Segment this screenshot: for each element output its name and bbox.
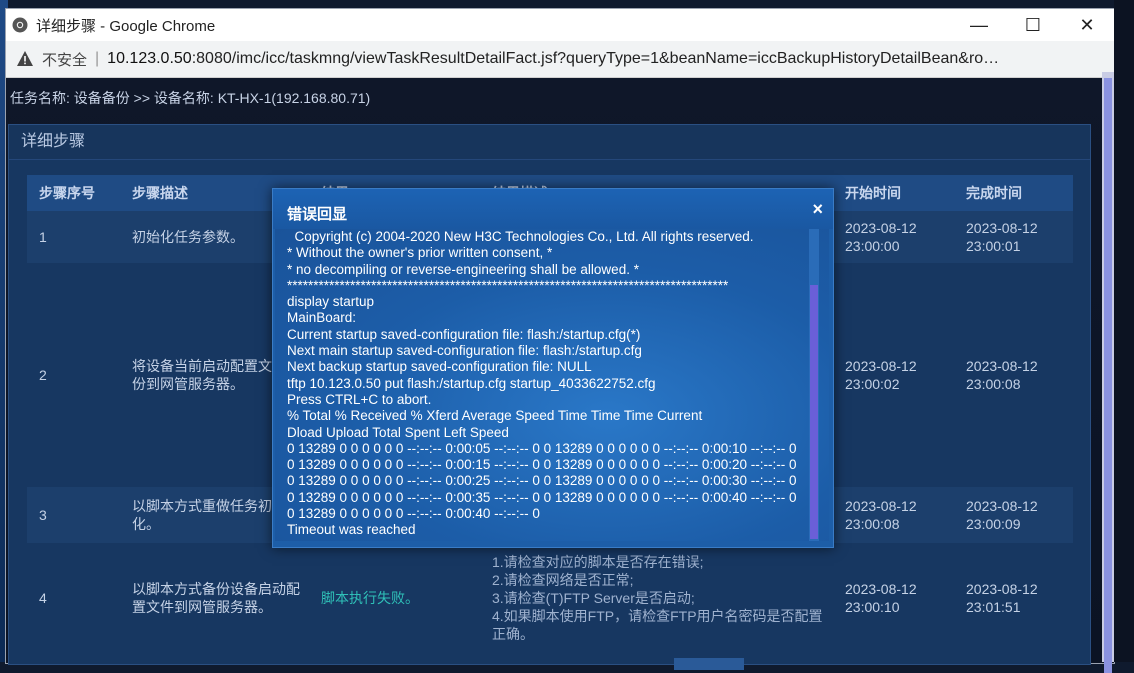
step-start-time: 2023-08-12 23:00:08 bbox=[833, 487, 954, 543]
step-end-time: 2023-08-12 23:01:51 bbox=[954, 543, 1073, 653]
warning-icon[interactable] bbox=[16, 50, 34, 68]
step-number: 4 bbox=[27, 543, 120, 653]
table-row: 4 以脚本方式备份设备启动配置文件到网管服务器。 脚本执行失败。 1.请检查对应… bbox=[27, 543, 1073, 653]
maximize-button[interactable]: ☐ bbox=[1006, 9, 1060, 41]
column-header: 步骤序号 bbox=[27, 175, 120, 211]
chrome-icon bbox=[12, 17, 28, 33]
step-description: 以脚本方式备份设备启动配置文件到网管服务器。 bbox=[120, 543, 309, 653]
panel-title: 详细步骤 bbox=[9, 125, 1090, 160]
step-number: 1 bbox=[27, 211, 120, 263]
url-text[interactable]: 10.123.0.50:8080/imc/icc/taskmng/viewTas… bbox=[107, 50, 999, 68]
address-separator: | bbox=[95, 50, 100, 67]
column-header: 完成时间 bbox=[954, 175, 1073, 211]
background-edge bbox=[1114, 0, 1134, 662]
insecure-label[interactable]: 不安全 bbox=[42, 49, 87, 70]
url-host: 10.123.0.50 bbox=[107, 50, 192, 67]
step-start-time: 2023-08-12 23:00:02 bbox=[833, 263, 954, 487]
step-number: 3 bbox=[27, 487, 120, 543]
task-info-line: 任务名称: 设备备份 >> 设备名称: KT-HX-1(192.168.80.7… bbox=[10, 90, 371, 106]
step-result-detail: 1.请检查对应的脚本是否存在错误; 2.请检查网络是否正常; 3.请检查(T)F… bbox=[480, 543, 833, 653]
step-result: 脚本执行失败。 bbox=[309, 543, 480, 653]
dialog-body[interactable]: Copyright (c) 2004-2020 New H3C Technolo… bbox=[275, 229, 829, 541]
error-log-text: Copyright (c) 2004-2020 New H3C Technolo… bbox=[287, 229, 797, 538]
column-header: 开始时间 bbox=[833, 175, 954, 211]
window-title: 详细步骤 - Google Chrome bbox=[36, 17, 216, 35]
close-icon[interactable]: × bbox=[812, 199, 823, 220]
dialog-scrollbar[interactable] bbox=[809, 229, 819, 541]
bottom-button-partial[interactable] bbox=[674, 658, 744, 670]
step-end-time: 2023-08-12 23:00:08 bbox=[954, 263, 1073, 487]
close-window-button[interactable]: ✕ bbox=[1060, 9, 1114, 41]
dialog-header: 错误回显 × bbox=[273, 189, 833, 229]
title-bar: 详细步骤 - Google Chrome — ☐ ✕ bbox=[6, 9, 1114, 41]
page-scrollbar-thumb[interactable] bbox=[1104, 78, 1112, 673]
dialog-title: 错误回显 bbox=[287, 206, 348, 223]
step-start-time: 2023-08-12 23:00:10 bbox=[833, 543, 954, 653]
step-number: 2 bbox=[27, 263, 120, 487]
error-echo-dialog: 错误回显 × Copyright (c) 2004-2020 New H3C T… bbox=[272, 188, 834, 548]
url-path: :8080/imc/icc/taskmng/viewTaskResultDeta… bbox=[191, 50, 1000, 67]
page-scrollbar[interactable] bbox=[1102, 72, 1114, 673]
address-bar[interactable]: 不安全 | 10.123.0.50:8080/imc/icc/taskmng/v… bbox=[6, 41, 1114, 78]
step-end-time: 2023-08-12 23:00:09 bbox=[954, 487, 1073, 543]
minimize-button[interactable]: — bbox=[952, 9, 1006, 41]
step-end-time: 2023-08-12 23:00:01 bbox=[954, 211, 1073, 263]
dialog-scrollbar-thumb[interactable] bbox=[810, 285, 818, 539]
step-start-time: 2023-08-12 23:00:00 bbox=[833, 211, 954, 263]
